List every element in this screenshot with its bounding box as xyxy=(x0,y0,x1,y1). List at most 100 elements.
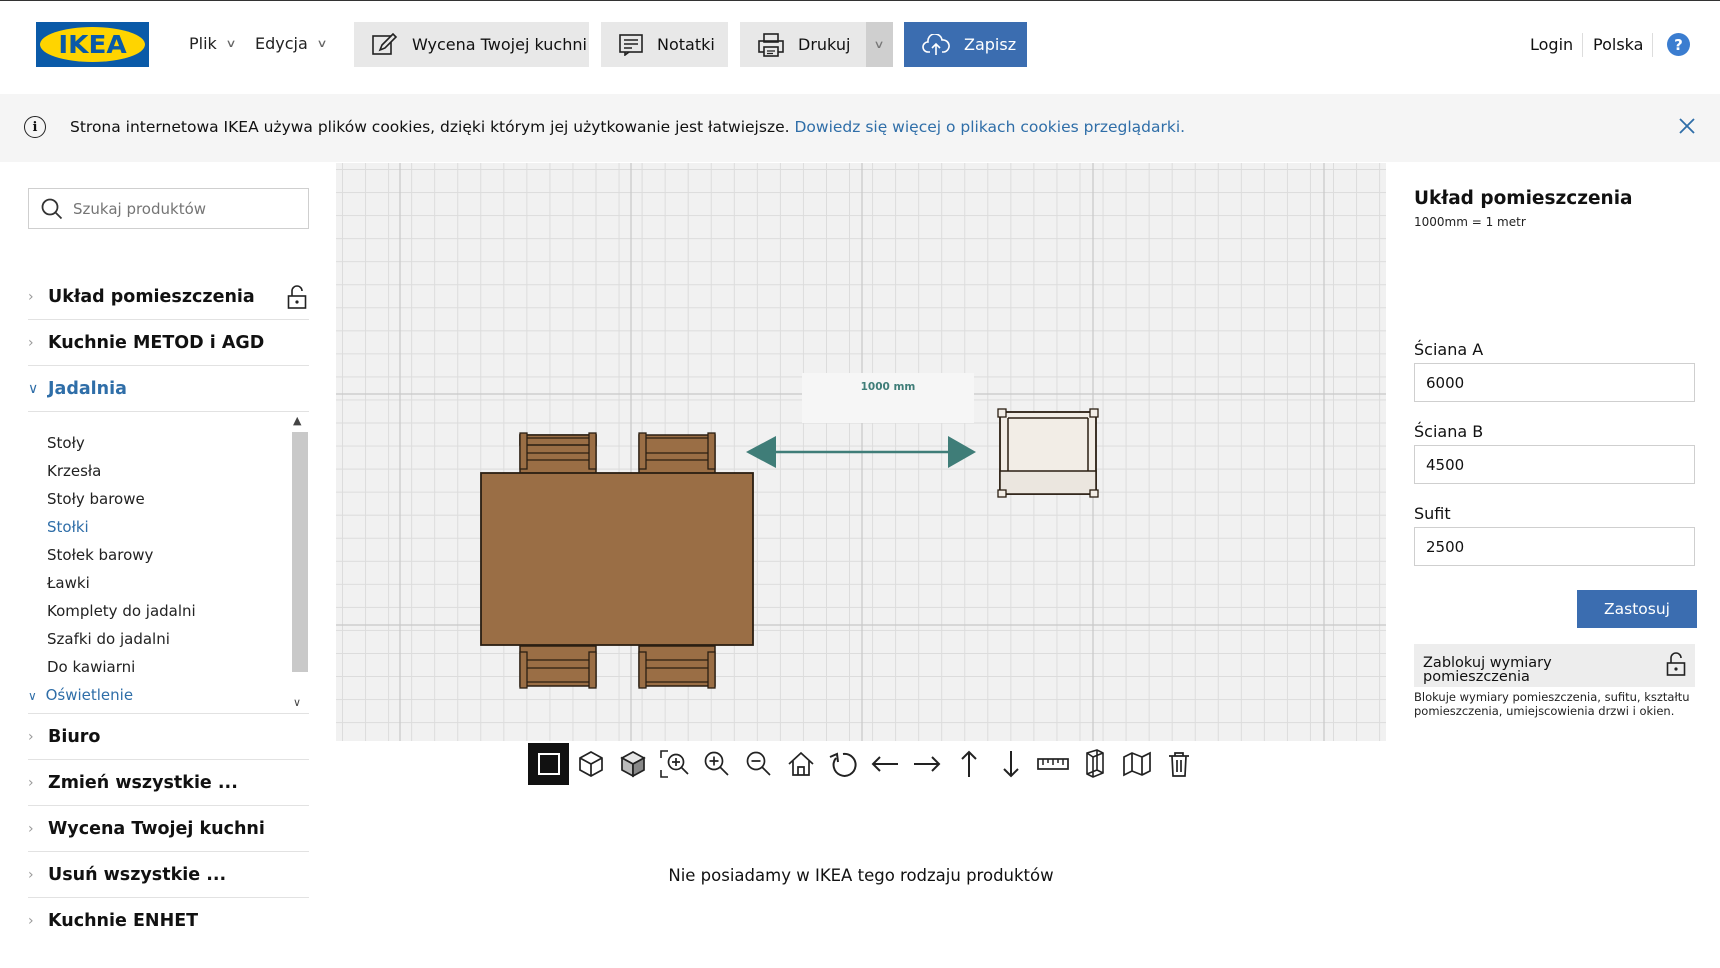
floor-plan-canvas[interactable]: 1000 mm xyxy=(336,163,1386,741)
category-kitchen-quote[interactable]: › Wycena Twojej kuchni xyxy=(28,806,309,852)
notes-button[interactable]: Notatki xyxy=(601,22,728,67)
ikea-logo[interactable]: IKEA xyxy=(36,22,149,67)
print-button[interactable]: Drukuj xyxy=(740,22,866,67)
move-right-button[interactable] xyxy=(906,743,947,785)
print-button-label: Drukuj xyxy=(798,35,851,54)
chair-bottom-left[interactable] xyxy=(519,645,597,689)
subcategory-dining-cabinets[interactable]: Szafki do jadalni xyxy=(47,630,170,648)
2d-view-icon xyxy=(537,753,560,775)
menu-edit[interactable]: Edycja ∨ xyxy=(255,34,328,53)
login-link[interactable]: Login xyxy=(1530,35,1573,54)
country-selector[interactable]: Polska xyxy=(1593,35,1643,54)
move-up-button[interactable] xyxy=(948,743,989,785)
dining-table[interactable] xyxy=(480,472,754,646)
scrollbar-thumb[interactable] xyxy=(292,432,308,672)
chair-top-right[interactable] xyxy=(638,432,716,476)
trash-icon xyxy=(1168,752,1189,777)
ceiling-input[interactable] xyxy=(1414,527,1695,566)
search-box[interactable] xyxy=(28,188,309,229)
subcategory-dining-sets[interactable]: Komplety do jadalni xyxy=(47,602,196,620)
subcategory-benches[interactable]: Ławki xyxy=(47,574,90,592)
subcategory-bar-tables[interactable]: Stoły barowe xyxy=(47,490,145,508)
subcategory-lighting-label: Oświetlenie xyxy=(45,686,134,704)
print-options-dropdown[interactable]: ∨ xyxy=(866,22,893,67)
category-label: Zmień wszystkie ... xyxy=(48,772,238,793)
chevron-down-icon: ∨ xyxy=(316,37,328,50)
chevron-right-icon: › xyxy=(28,820,34,837)
cookie-text: Strona internetowa IKEA używa plików coo… xyxy=(70,118,790,136)
chair-bottom-right[interactable] xyxy=(638,645,716,689)
panel-title: Układ pomieszczenia xyxy=(1414,188,1633,209)
close-icon[interactable] xyxy=(1675,114,1699,138)
chevron-down-icon: ∨ xyxy=(225,37,237,50)
category-dining[interactable]: ∨ Jadalnia xyxy=(28,366,309,412)
help-icon[interactable]: ? xyxy=(1667,33,1690,56)
category-label: Kuchnie METOD i AGD xyxy=(48,332,265,353)
subcategory-lighting[interactable]: ∨ Oświetlenie xyxy=(28,686,133,704)
chevron-right-icon: › xyxy=(28,774,34,791)
subcategory-chairs[interactable]: Krzesła xyxy=(47,462,101,480)
scroll-up-icon[interactable]: ▲ xyxy=(293,414,301,427)
category-office[interactable]: › Biuro xyxy=(28,714,309,760)
3d-box-outline-icon xyxy=(578,751,603,777)
apply-button[interactable]: Zastosuj xyxy=(1577,590,1697,628)
3d-solid-view-button[interactable] xyxy=(612,743,653,785)
view-toolbar xyxy=(528,743,1199,785)
wall-b-input[interactable] xyxy=(1414,445,1695,484)
wall-a-input[interactable] xyxy=(1414,363,1695,402)
category-label: Wycena Twojej kuchni xyxy=(48,818,265,839)
home-view-button[interactable] xyxy=(780,743,821,785)
logo-oval: IKEA xyxy=(40,27,145,62)
wall-a-label: Ściana A xyxy=(1414,340,1484,359)
stool[interactable] xyxy=(997,408,1099,498)
2d-view-button[interactable] xyxy=(528,743,569,785)
subcategory-bar-stool[interactable]: Stołek barowy xyxy=(47,546,153,564)
move-down-button[interactable] xyxy=(990,743,1031,785)
search-icon xyxy=(41,198,63,219)
chair-top-left[interactable] xyxy=(519,432,597,476)
category-label: Biuro xyxy=(48,726,101,747)
notes-button-label: Notatki xyxy=(657,35,715,54)
category-metod-kitchens[interactable]: › Kuchnie METOD i AGD xyxy=(28,320,309,366)
menu-file-label: Plik xyxy=(189,34,217,53)
info-icon: i xyxy=(24,116,46,138)
zoom-out-button[interactable] xyxy=(738,743,779,785)
quote-button[interactable]: Wycena Twojej kuchni xyxy=(354,22,589,67)
wall-view-button[interactable] xyxy=(1074,743,1115,785)
unlock-icon xyxy=(287,285,307,309)
rotate-button[interactable] xyxy=(822,743,863,785)
delete-button[interactable] xyxy=(1158,743,1199,785)
room-view-button[interactable] xyxy=(1116,743,1157,785)
subcategory-tables[interactable]: Stoły xyxy=(47,434,85,452)
arrow-down-icon xyxy=(1002,751,1019,778)
rotate-icon xyxy=(829,752,857,777)
move-left-button[interactable] xyxy=(864,743,905,785)
category-remove-all[interactable]: › Usuń wszystkie ... xyxy=(28,852,309,898)
zoom-fit-button[interactable] xyxy=(654,743,695,785)
room-layout-panel: Układ pomieszczenia 1000mm = 1 metr Ścia… xyxy=(1386,162,1720,968)
chevron-right-icon: › xyxy=(28,866,34,883)
wall-b-label: Ściana B xyxy=(1414,422,1484,441)
3d-view-button[interactable] xyxy=(570,743,611,785)
save-button-label: Zapisz xyxy=(964,35,1017,54)
save-button[interactable]: Zapisz xyxy=(904,22,1027,67)
cookie-more-link[interactable]: Dowiedz się więcej o plikach cookies prz… xyxy=(794,118,1185,136)
category-change-all[interactable]: › Zmień wszystkie ... xyxy=(28,760,309,806)
zoom-in-button[interactable] xyxy=(696,743,737,785)
cookie-banner: i Strona internetowa IKEA używa plików c… xyxy=(0,94,1720,162)
zoom-out-icon xyxy=(746,751,771,776)
scroll-down-icon[interactable]: ∨ xyxy=(293,696,301,709)
subcategory-cafe[interactable]: Do kawiarni xyxy=(47,658,135,676)
ceiling-label: Sufit xyxy=(1414,504,1451,523)
chevron-right-icon: › xyxy=(28,288,34,305)
measure-button[interactable] xyxy=(1032,743,1073,785)
arrow-left-icon xyxy=(871,756,898,772)
distance-arrow[interactable] xyxy=(746,436,976,468)
category-room-layout[interactable]: › Układ pomieszczenia xyxy=(28,274,309,320)
subcategory-stools[interactable]: Stołki xyxy=(47,518,89,536)
menu-file[interactable]: Plik ∨ xyxy=(189,34,237,53)
lock-dimensions-toggle[interactable]: Zablokuj wymiary pomieszczenia xyxy=(1414,644,1695,687)
arrow-up-icon xyxy=(960,750,977,777)
search-input[interactable] xyxy=(73,199,293,218)
category-enhet-kitchens[interactable]: › Kuchnie ENHET xyxy=(28,898,309,944)
